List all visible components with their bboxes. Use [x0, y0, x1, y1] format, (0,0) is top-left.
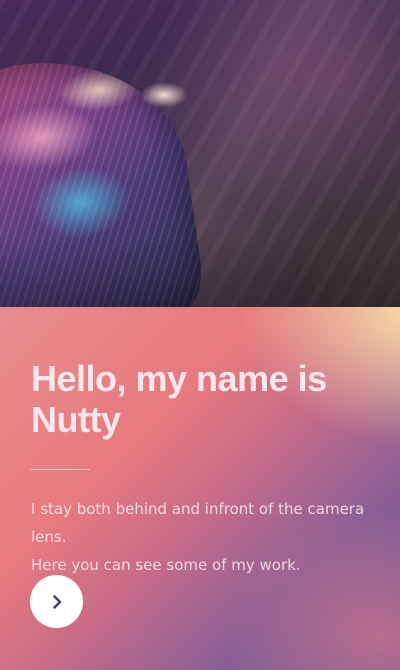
shell-highlight	[140, 82, 188, 108]
intro-description: I stay both behind and infront of the ca…	[31, 495, 376, 579]
next-button[interactable]	[30, 575, 83, 628]
hero-shade	[0, 237, 400, 307]
page-title: Hello, my name is Nutty	[31, 358, 371, 440]
title-divider	[31, 469, 90, 470]
portfolio-screen: Hello, my name is Nutty I stay both behin…	[0, 0, 400, 670]
title-line-1: Hello, my name is	[31, 358, 327, 399]
description-line-1: I stay both behind and infront of the ca…	[31, 500, 365, 546]
description-line-2: Here you can see some of my work.	[31, 556, 301, 574]
chevron-right-icon	[49, 594, 65, 610]
hero-image	[0, 0, 400, 307]
title-line-2: Nutty	[31, 399, 121, 440]
intro-section: Hello, my name is Nutty I stay both behin…	[0, 307, 400, 670]
